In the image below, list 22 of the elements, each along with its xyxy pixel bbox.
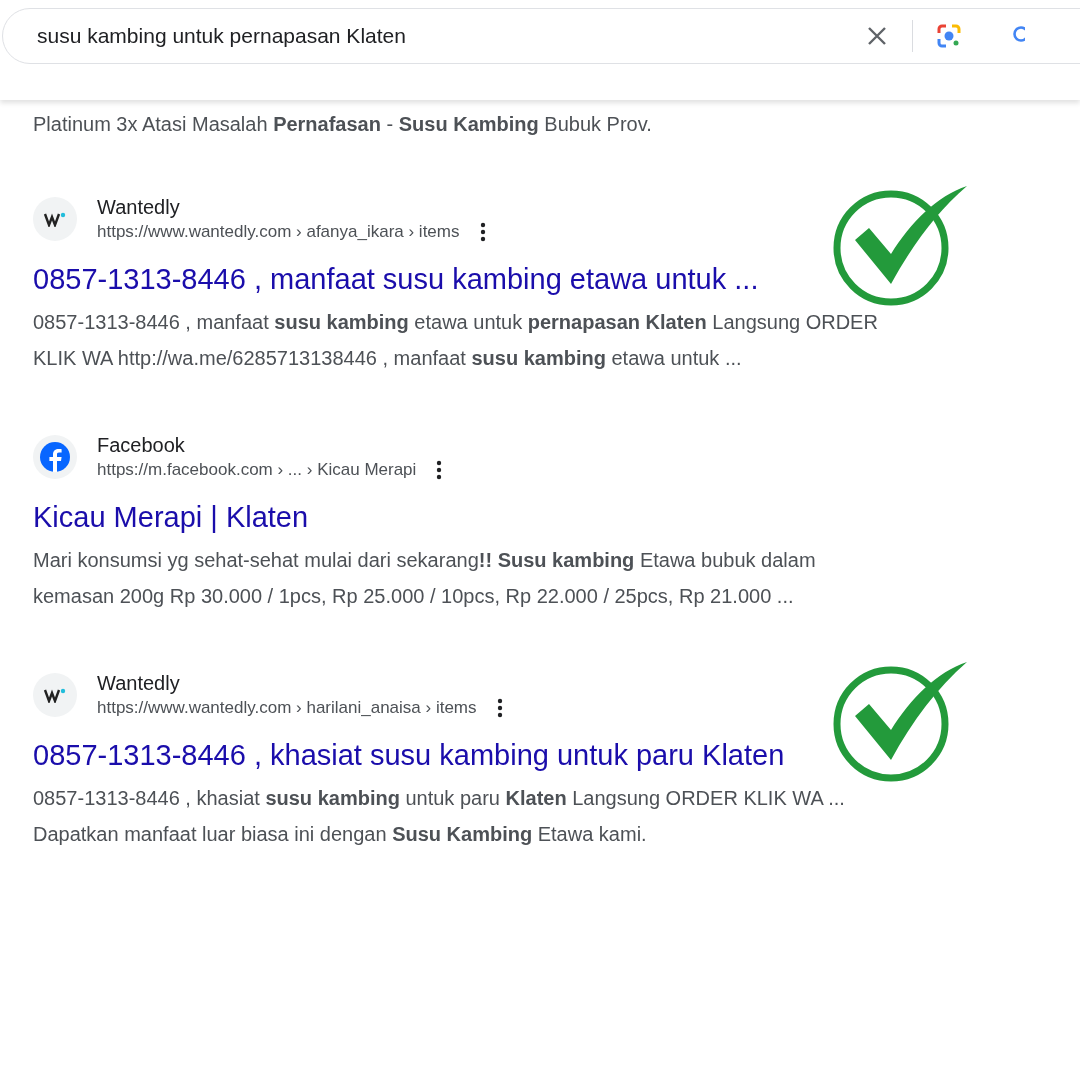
result-title-link[interactable]: Kicau Merapi | Klaten: [33, 498, 1080, 536]
result-url: https://www.wantedly.com › harilani_anaisa › items: [97, 697, 477, 719]
site-name: Facebook: [97, 433, 186, 458]
result-url: https://m.facebook.com › ... › Kicau Merapi: [97, 459, 417, 481]
site-name: Wantedly: [97, 671, 181, 696]
result-title-link[interactable]: 0857-1313-8446 , manfaat susu kambing etawa untuk ...: [33, 260, 1080, 298]
result-snippet: Mari konsumsi yg sehat-sehat mulai dari sekarang!! Susu kambing Etawa bubuk dalam kemasan 200g Rp 30.000 / 1pcs, Rp 25.000 / 10pcs, Rp 22.000 / 25pcs, Rp 21.000 ...: [33, 548, 817, 609]
result-title-link[interactable]: 0857-1313-8446 , khasiat susu kambing untuk paru Klaten: [33, 736, 1080, 774]
result-snippet: 0857-1313-8446 , khasiat susu kambing untuk paru Klaten Langsung ORDER KLIK WA ... Dapatkan manfaat luar biasa ini dengan Susu Kambing Etawa kami.: [33, 786, 846, 847]
camera-icon[interactable]: [935, 22, 963, 50]
more-options-icon[interactable]: [436, 460, 443, 480]
more-options-icon[interactable]: [479, 222, 486, 242]
result-snippet: 0857-1313-8446 , manfaat susu kambing etawa untuk pernapasan Klaten Langsung ORDER KLIK WA http://wa.me/6285713138446 , manfaat susu kambing etawa untuk ...: [33, 310, 879, 371]
result-snippet: Platinum 3x Atasi Masalah Pernafasan - Susu Kambing Bubuk Prov.: [33, 112, 653, 137]
more-options-icon[interactable]: [496, 698, 503, 718]
close-icon[interactable]: [866, 25, 888, 47]
site-icon: [33, 673, 77, 717]
result-url: https://www.wantedly.com › afanya_ikara › items: [97, 221, 460, 243]
site-name: Wantedly: [97, 195, 181, 220]
search-field[interactable]: susu kambing untuk pernapasan Klaten: [35, 23, 866, 49]
site-icon: [33, 197, 77, 241]
site-icon: [33, 435, 77, 479]
